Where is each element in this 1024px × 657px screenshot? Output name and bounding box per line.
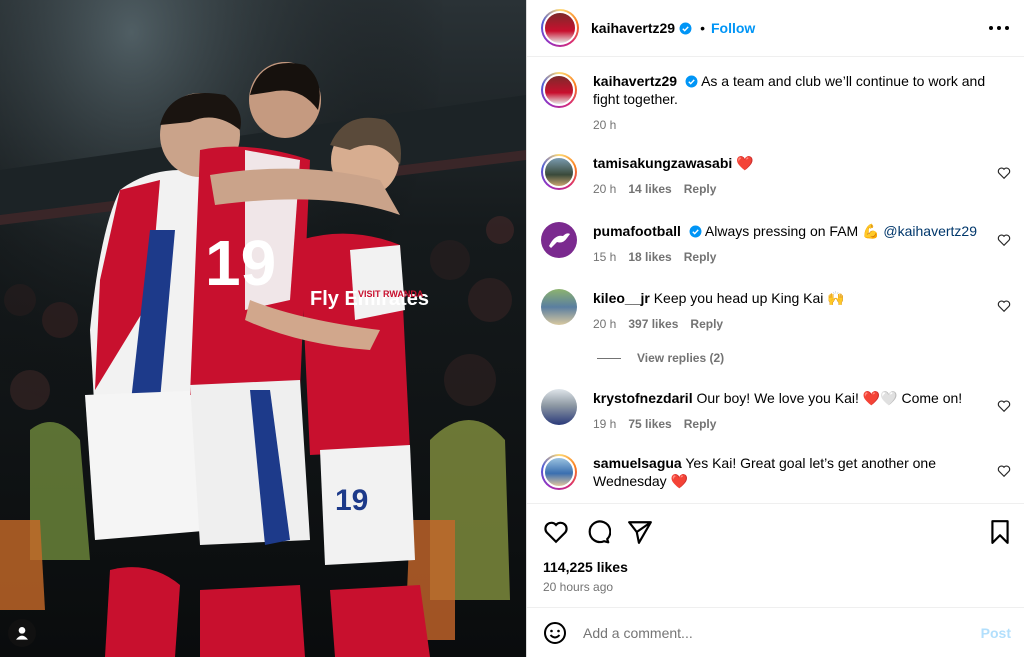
comment-time: 20 h xyxy=(593,182,617,196)
comment-text: Keep you head up King Kai 🙌 xyxy=(653,290,845,306)
view-replies-label: View replies (2) xyxy=(637,351,725,365)
caption-avatar[interactable] xyxy=(541,72,577,108)
comment-avatar[interactable] xyxy=(541,222,577,258)
tagged-users-button[interactable] xyxy=(8,619,36,647)
save-button[interactable] xyxy=(987,519,1013,545)
reply-button[interactable]: Reply xyxy=(684,182,717,196)
reply-button[interactable]: Reply xyxy=(684,417,717,431)
comment-likes[interactable]: 397 likes xyxy=(628,317,678,331)
heart-icon[interactable] xyxy=(997,166,1011,180)
comment-input[interactable] xyxy=(583,624,963,641)
comment-avatar[interactable] xyxy=(541,389,577,425)
comment-avatar[interactable] xyxy=(541,289,577,325)
save-icon xyxy=(991,520,1009,544)
post-timestamp: 20 hours ago xyxy=(543,580,614,594)
instagram-post-modal: 19 Fly Emirates VISIT RWANDA 19 kaihaver… xyxy=(0,0,1024,657)
heart-icon[interactable] xyxy=(997,464,1011,478)
comment-time: 19 h xyxy=(593,417,617,431)
comment-username[interactable]: samuelsagua xyxy=(593,455,682,471)
verified-badge-icon xyxy=(689,225,702,238)
comment-mention[interactable]: @kaihavertz29 xyxy=(883,223,977,239)
heart-icon[interactable] xyxy=(997,299,1011,313)
comment-time: 15 h xyxy=(593,250,617,264)
author-avatar[interactable] xyxy=(541,9,579,47)
share-button[interactable] xyxy=(627,519,653,545)
heart-icon[interactable] xyxy=(997,233,1011,247)
comments-list[interactable]: kaihavertz29 As a team and club we’ll co… xyxy=(527,58,1024,503)
view-replies-button[interactable]: View replies (2) xyxy=(597,351,724,365)
comment-username[interactable]: krystofnezdaril xyxy=(593,390,693,406)
post-actions: 114,225 likes 20 hours ago xyxy=(527,503,1024,605)
celebration-photo-illustration: 19 Fly Emirates VISIT RWANDA 19 xyxy=(0,0,526,657)
puma-logo-icon xyxy=(549,233,570,248)
like-button[interactable] xyxy=(543,519,569,545)
reply-button[interactable]: Reply xyxy=(690,317,723,331)
comment-button[interactable] xyxy=(585,519,612,545)
comment-username[interactable]: tamisakungzawasabi xyxy=(593,155,732,171)
comment-avatar[interactable] xyxy=(541,154,577,190)
post-photo[interactable]: 19 Fly Emirates VISIT RWANDA 19 xyxy=(0,0,526,657)
post-comment-button[interactable]: Post xyxy=(981,625,1011,641)
likes-count[interactable]: 114,225 likes xyxy=(543,559,628,575)
comment-avatar[interactable] xyxy=(541,454,577,490)
reply-button[interactable]: Reply xyxy=(684,250,717,264)
comment-likes[interactable]: 18 likes xyxy=(628,250,671,264)
more-options-icon[interactable] xyxy=(989,18,1009,38)
comment-text: ❤️ xyxy=(736,155,754,171)
comment-text: Our boy! We love you Kai! ❤️🤍 Come on! xyxy=(696,390,963,406)
comment-likes[interactable]: 14 likes xyxy=(628,182,671,196)
comment-icon xyxy=(588,520,612,544)
post-header: kaihavertz29 • Follow xyxy=(527,0,1024,57)
comment-time: 20 h xyxy=(593,317,617,331)
verified-badge-icon xyxy=(685,75,698,88)
separator-dot: • xyxy=(700,20,705,36)
comment-username[interactable]: kileo__jr xyxy=(593,290,650,306)
author-username[interactable]: kaihavertz29 xyxy=(591,20,675,36)
comment-likes[interactable]: 75 likes xyxy=(628,417,671,431)
emoji-icon[interactable] xyxy=(543,621,567,645)
caption-time: 20 h xyxy=(593,118,617,132)
heart-icon xyxy=(544,521,568,544)
heart-icon[interactable] xyxy=(997,399,1011,413)
caption-username[interactable]: kaihavertz29 xyxy=(593,73,677,89)
sleeve-sponsor: VISIT RWANDA xyxy=(358,289,424,299)
share-icon xyxy=(628,521,652,544)
comment-text: Always pressing on FAM 💪 xyxy=(704,223,880,239)
verified-badge-icon xyxy=(679,22,692,34)
shirt-number-back: 19 xyxy=(205,227,276,299)
follow-button[interactable]: Follow xyxy=(711,20,755,36)
user-tag-icon xyxy=(16,627,28,640)
comment-username[interactable]: pumafootball xyxy=(593,223,681,239)
shorts-number: 19 xyxy=(335,484,368,517)
add-comment-bar: Post xyxy=(527,607,1024,657)
replies-divider xyxy=(597,357,621,359)
post-details-panel: kaihavertz29 • Follow kaihavertz29 As a … xyxy=(526,0,1024,657)
